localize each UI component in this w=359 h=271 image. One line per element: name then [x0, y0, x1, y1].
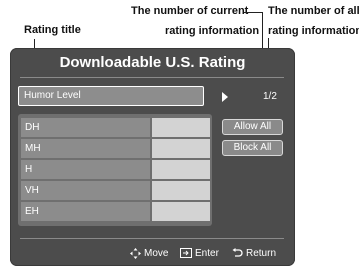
rating-row-label: EH	[21, 202, 150, 221]
return-icon	[232, 248, 243, 258]
rating-lock-cell[interactable]	[152, 202, 210, 221]
enter-icon	[180, 248, 192, 259]
callout-total-count-line2: rating information	[268, 25, 359, 37]
callout-current-count-line1: The number of current	[131, 5, 249, 17]
rating-row-label: DH	[21, 118, 150, 137]
rating-lock-cell[interactable]	[152, 181, 210, 200]
callout-rating-title: Rating title	[24, 24, 81, 36]
arrow-right-icon[interactable]	[222, 92, 228, 102]
footer-enter-label: Enter	[195, 248, 219, 259]
rating-lock-cell[interactable]	[152, 118, 210, 137]
rating-lock-cell[interactable]	[152, 160, 210, 179]
footer-return-hint: Return	[232, 247, 276, 261]
leader-line-current-horizontal	[244, 12, 262, 13]
footer-divider	[20, 238, 284, 239]
footer-return-label: Return	[246, 248, 277, 259]
screen-title: Downloadable U.S. Rating	[59, 54, 246, 71]
callout-current-count-line2: rating information	[165, 25, 260, 37]
rating-menu-screen: Downloadable U.S. Rating Humor Level 1/2…	[10, 48, 295, 266]
rating-category-selector[interactable]: Humor Level	[18, 86, 204, 106]
footer-move-label: Move	[144, 248, 169, 259]
footer-enter-hint: Enter	[180, 247, 219, 261]
rating-row-label: H	[21, 160, 150, 179]
rating-lock-cell[interactable]	[152, 139, 210, 158]
rating-row-label: MH	[21, 139, 150, 158]
page: Rating title The number of current ratin…	[0, 0, 359, 271]
page-indicator: 1/2	[263, 91, 277, 102]
rating-category-label: Humor Level	[24, 90, 81, 101]
block-all-button[interactable]: Block All	[222, 140, 283, 156]
allow-all-button[interactable]: Allow All	[222, 119, 283, 135]
callout-total-count-line1: The number of all	[268, 5, 359, 17]
title-divider	[20, 77, 284, 78]
footer-move-hint: Move	[130, 247, 168, 261]
rating-row-label: VH	[21, 181, 150, 200]
move-arrows-icon	[130, 247, 141, 259]
